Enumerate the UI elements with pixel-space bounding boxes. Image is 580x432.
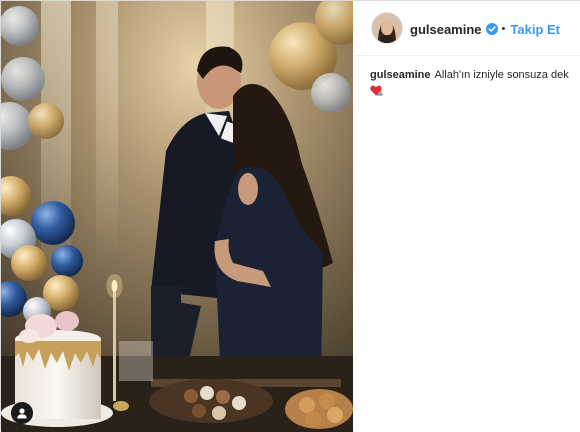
avatar[interactable] bbox=[372, 13, 402, 43]
verified-badge-icon bbox=[485, 23, 498, 35]
separator-dot: • bbox=[501, 23, 506, 35]
post-header: gulseamine • Takip Et bbox=[354, 1, 580, 56]
red-heart-icon bbox=[370, 85, 382, 96]
post-sidebar: gulseamine • Takip Et gulseamine Allah'ın… bbox=[354, 1, 580, 432]
post-photo[interactable] bbox=[1, 1, 353, 432]
username-link[interactable]: gulseamine bbox=[410, 22, 482, 37]
tagged-user-icon[interactable] bbox=[11, 402, 33, 424]
instagram-post: gulseamine • Takip Et gulseamine Allah'ın… bbox=[0, 0, 580, 432]
caption: gulseamine Allah'ın izniyle sonsuza dek bbox=[370, 67, 570, 99]
party-scene-image bbox=[1, 1, 353, 432]
caption-username-link[interactable]: gulseamine bbox=[370, 69, 431, 81]
follow-button[interactable]: Takip Et bbox=[510, 22, 560, 37]
caption-text: Allah'ın izniyle sonsuza dek bbox=[434, 69, 569, 81]
